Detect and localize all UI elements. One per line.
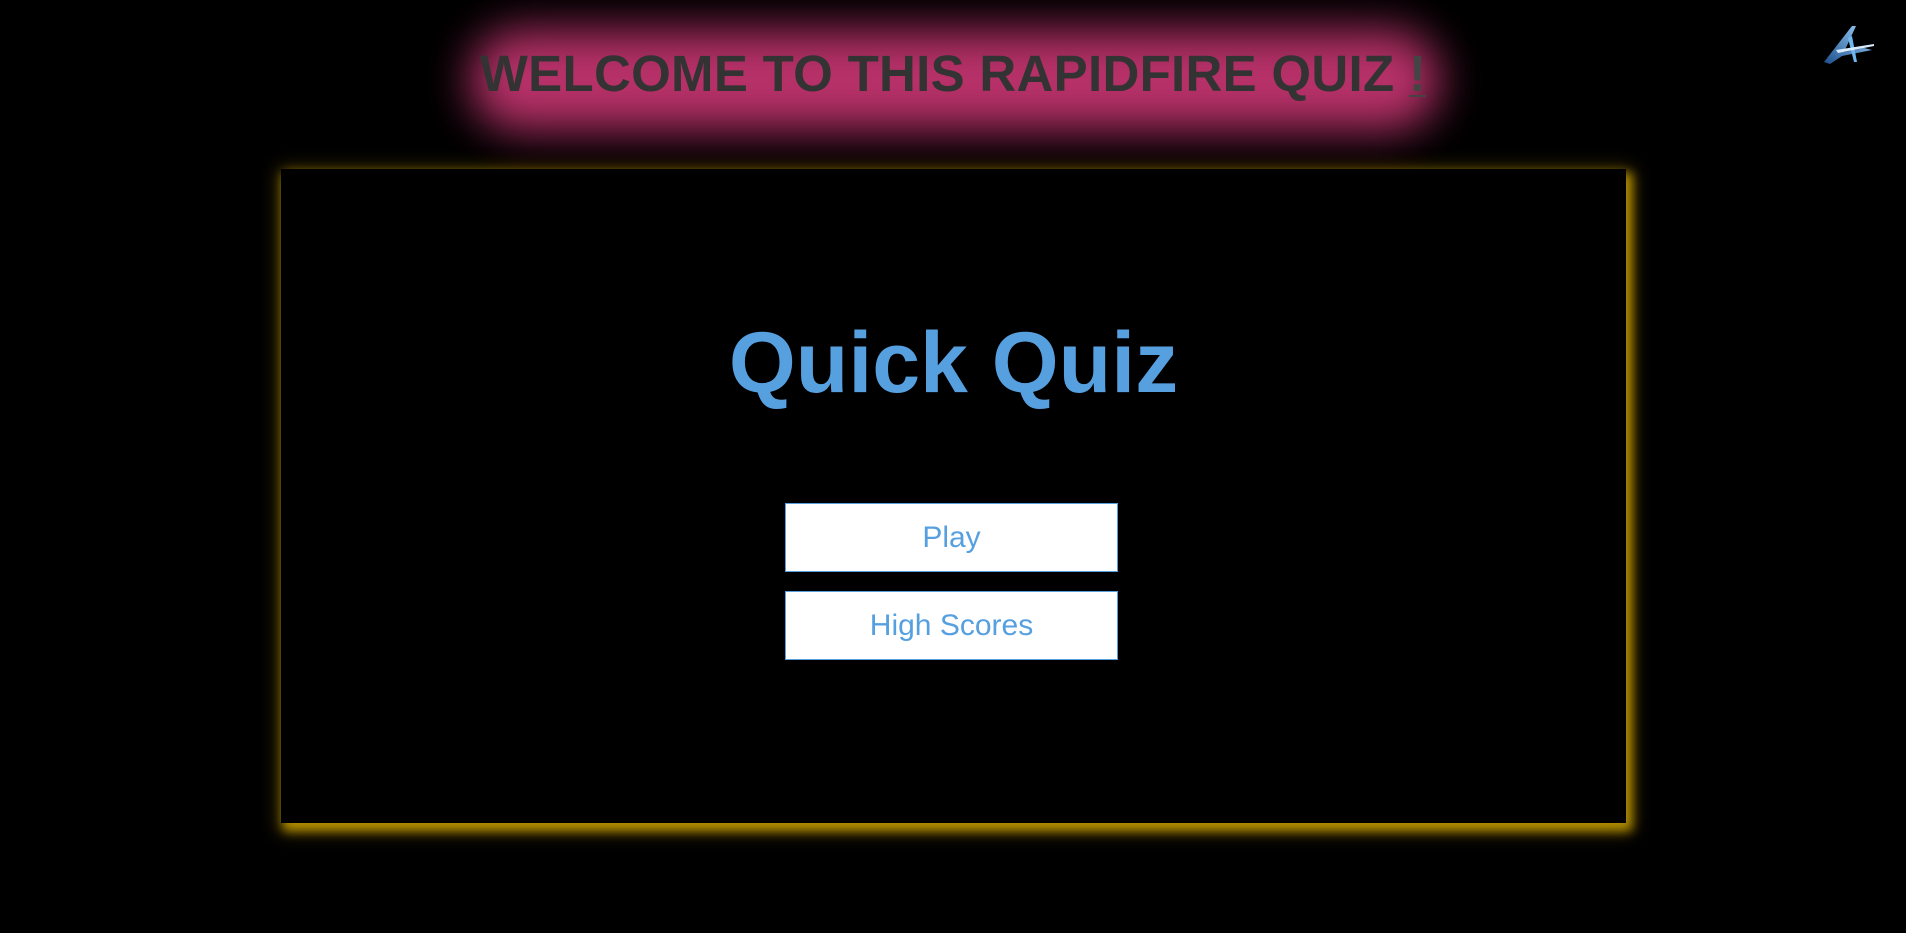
page: WELCOME TO THIS RAPIDFIRE QUIZ ! Quick Q… xyxy=(0,0,1906,933)
welcome-banner-text: WELCOME TO THIS RAPIDFIRE QUIZ xyxy=(479,45,1395,102)
play-button[interactable]: Play xyxy=(785,503,1118,572)
stylized-a-logo-icon xyxy=(1824,26,1874,64)
quiz-title: Quick Quiz xyxy=(728,315,1179,411)
high-scores-button[interactable]: High Scores xyxy=(785,591,1118,660)
welcome-banner-exclamation: ! xyxy=(1408,45,1427,102)
quiz-panel: Quick Quiz Play High Scores xyxy=(281,169,1626,823)
welcome-banner-title: WELCOME TO THIS RAPIDFIRE QUIZ ! xyxy=(0,44,1906,104)
